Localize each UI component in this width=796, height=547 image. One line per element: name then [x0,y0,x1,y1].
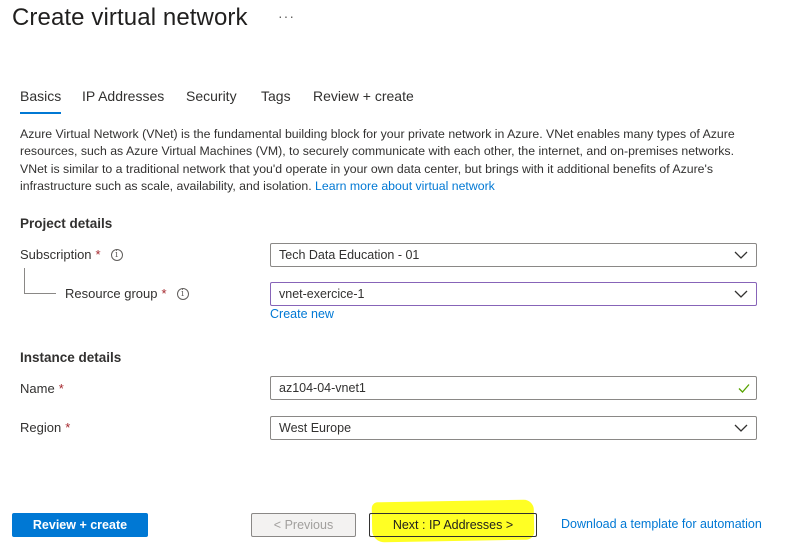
chevron-down-icon [734,251,748,259]
tab-basics[interactable]: Basics [20,88,62,114]
previous-button[interactable]: < Previous [251,513,356,537]
subscription-label: Subscription * i [20,247,123,262]
chevron-down-icon [734,290,748,298]
required-marker: * [58,381,64,396]
tab-security[interactable]: Security [186,88,237,104]
resource-group-value: vnet-exercice-1 [279,287,365,301]
name-value: az104-04-vnet1 [279,381,366,395]
next-ip-addresses-button[interactable]: Next : IP Addresses > [369,513,537,537]
tab-tags[interactable]: Tags [261,88,291,104]
project-details-heading: Project details [20,216,113,231]
review-create-button[interactable]: Review + create [12,513,148,537]
checkmark-icon [738,384,750,393]
subscription-label-text: Subscription [20,247,92,262]
required-marker: * [161,286,167,301]
resource-group-label: Resource group * i [65,286,189,301]
resource-group-dropdown[interactable]: vnet-exercice-1 [270,282,757,306]
required-marker: * [65,420,71,435]
chevron-down-icon [734,424,748,432]
name-input[interactable]: az104-04-vnet1 [270,376,757,400]
required-marker: * [95,247,101,262]
page-title: Create virtual network [12,4,248,31]
name-label-text: Name [20,381,55,396]
create-new-link[interactable]: Create new [270,307,334,321]
instance-details-heading: Instance details [20,350,122,365]
description: Azure Virtual Network (VNet) is the fund… [20,126,760,196]
download-template-link[interactable]: Download a template for automation [561,517,762,531]
tab-ip-addresses[interactable]: IP Addresses [82,88,164,104]
more-options-button[interactable]: ··· [278,8,295,24]
resource-group-label-text: Resource group [65,286,158,301]
tree-connector [24,268,56,294]
tab-review-create[interactable]: Review + create [313,88,414,104]
region-dropdown[interactable]: West Europe [270,416,757,440]
name-label: Name * [20,381,64,396]
info-icon[interactable]: i [176,287,189,300]
info-icon[interactable]: i [110,248,123,261]
subscription-value: Tech Data Education - 01 [279,248,420,262]
learn-more-link[interactable]: Learn more about virtual network [315,179,495,193]
region-value: West Europe [279,421,352,435]
region-label: Region * [20,420,70,435]
region-label-text: Region [20,420,62,435]
subscription-dropdown[interactable]: Tech Data Education - 01 [270,243,757,267]
